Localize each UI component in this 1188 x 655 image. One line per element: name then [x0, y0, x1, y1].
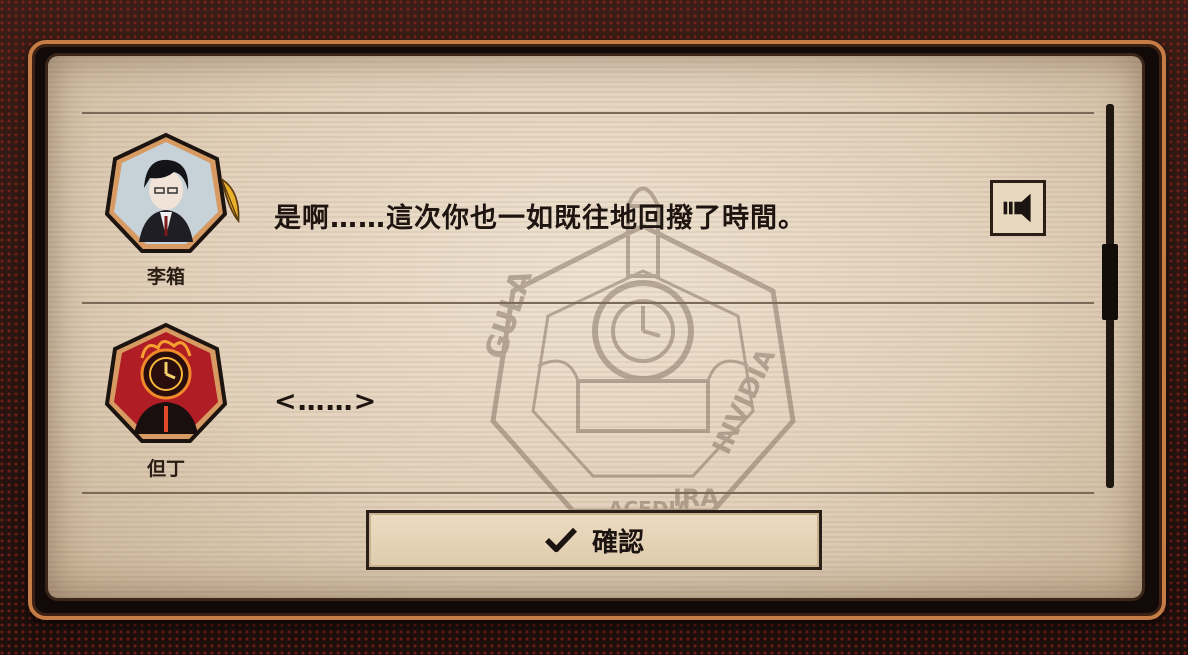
replay-voice-button[interactable]	[990, 180, 1046, 236]
dialog-log-panel: GULA INVIDIA ACEDIA IRA 李箱 是啊……這次你也一如既往地…	[48, 56, 1142, 598]
speaker-name: 但丁	[146, 458, 185, 480]
avatar-dante	[104, 322, 228, 443]
divider-bottom	[82, 492, 1094, 494]
divider-top	[82, 112, 1094, 114]
svg-text:IRA: IRA	[673, 484, 719, 512]
avatar-yi-sang	[104, 132, 228, 253]
divider-middle	[82, 302, 1094, 304]
feather-icon	[220, 177, 240, 224]
speaker-icon	[1003, 193, 1031, 223]
svg-text:GULA: GULA	[478, 265, 540, 363]
check-icon	[545, 527, 578, 553]
confirm-label: 確認	[591, 527, 644, 558]
scrollbar-thumb[interactable]	[1102, 244, 1118, 320]
confirm-button[interactable]: 確認	[366, 510, 822, 570]
dialogue-text: 是啊……這次你也一如既往地回撥了時間。	[274, 203, 806, 234]
speaker-name: 李箱	[146, 266, 185, 288]
dialogue-text: <……>	[274, 386, 378, 417]
